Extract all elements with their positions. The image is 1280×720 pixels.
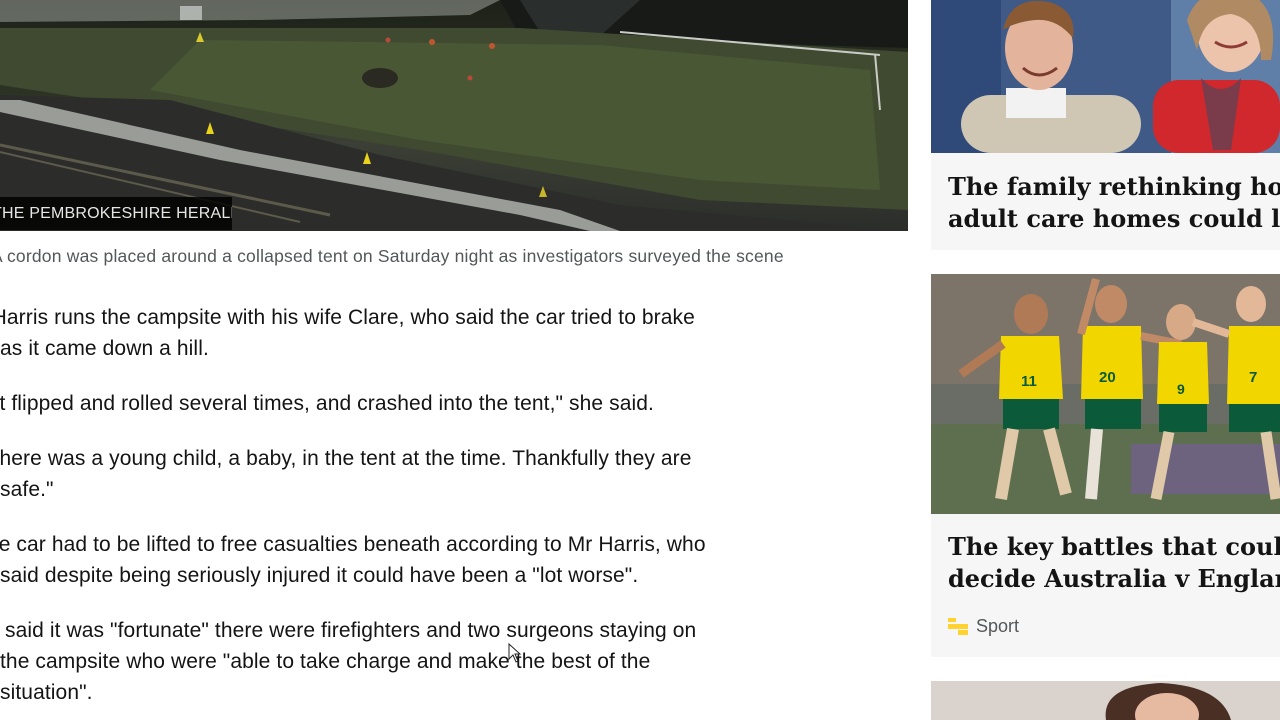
card-title-line: The key battles that could — [948, 532, 1280, 561]
promo-card-care-homes[interactable]: The family rethinking how adult care hom… — [931, 0, 1280, 250]
promo-card-australia-england[interactable]: 11 20 9 7 The key battles that could dec… — [931, 274, 1280, 657]
promo-card-next[interactable] — [931, 681, 1280, 720]
card-title[interactable]: The family rethinking how adult care hom… — [948, 171, 1280, 235]
card-title-line: adult care homes could look — [948, 204, 1280, 233]
image-caption: A cordon was placed around a collapsed t… — [0, 246, 784, 266]
card-image-family — [931, 0, 1280, 153]
image-credit: THE PEMBROKESHIRE HERALD — [0, 197, 232, 230]
mouse-pointer-icon — [508, 643, 522, 663]
svg-text:20: 20 — [1099, 369, 1116, 386]
svg-text:9: 9 — [1177, 381, 1185, 397]
article-paragraph: Mr Harris runs the campsite with his wif… — [0, 306, 695, 360]
article-hero-image: THE PEMBROKESHIRE HERALD — [0, 0, 908, 231]
card-image-matildas: 11 20 9 7 — [931, 274, 1280, 514]
card-title[interactable]: The key battles that could decide Austra… — [948, 531, 1280, 595]
sport-section-icon — [948, 617, 968, 635]
card-title-line: decide Australia v England — [948, 564, 1280, 593]
card-image-portrait — [931, 681, 1280, 720]
svg-text:7: 7 — [1249, 369, 1257, 386]
card-title-line: The family rethinking how — [948, 172, 1280, 201]
article-paragraph: The car had to be lifted to free casualt… — [0, 533, 706, 587]
svg-text:11: 11 — [1021, 373, 1037, 390]
card-section-label: Sport — [976, 616, 1020, 636]
article-paragraph: "There was a young child, a baby, in the… — [0, 447, 692, 501]
card-section-tag[interactable]: Sport — [948, 616, 1019, 637]
article-paragraph: He said it was "fortunate" there were fi… — [0, 619, 697, 704]
article-paragraph: "It flipped and rolled several times, an… — [0, 392, 654, 415]
